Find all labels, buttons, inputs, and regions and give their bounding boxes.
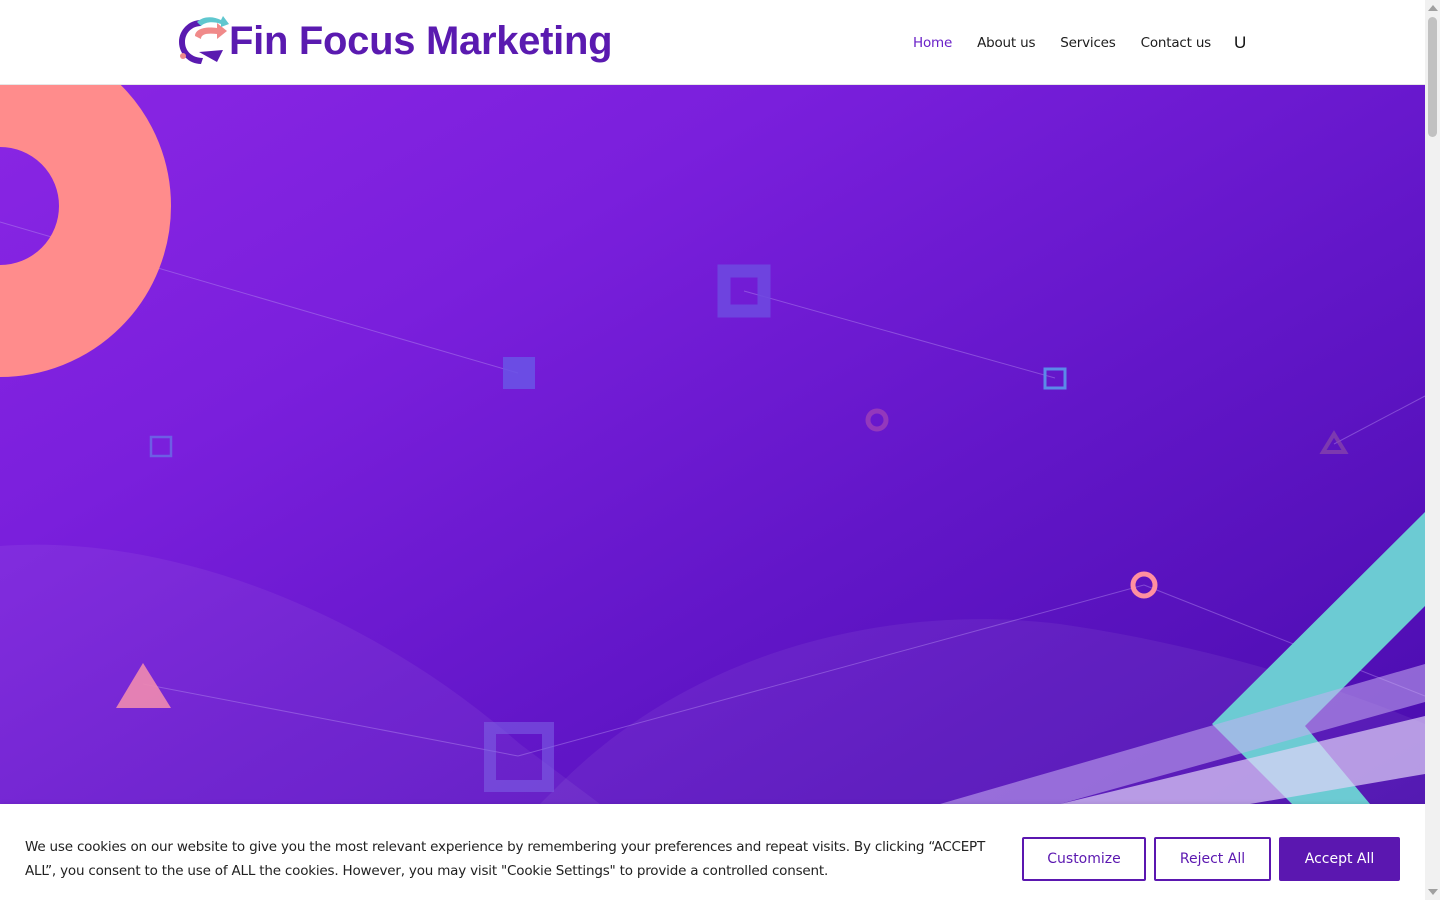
coral-ring-shape xyxy=(0,84,171,377)
nav-item-about-us[interactable]: About us xyxy=(977,35,1035,51)
brand-name: Fin Focus Marketing xyxy=(229,19,613,63)
scroll-thumb[interactable] xyxy=(1428,17,1437,137)
faded-ring-shape xyxy=(865,408,889,432)
main-nav: Home About us Services Contact us U xyxy=(913,33,1246,53)
nav-item-services[interactable]: Services xyxy=(1060,35,1116,51)
scroll-up-icon[interactable] xyxy=(1428,5,1438,11)
hero-decoration xyxy=(0,84,1425,804)
nav-item-contact-us[interactable]: Contact us xyxy=(1141,35,1212,51)
site-header: Fin Focus Marketing Home About us Servic… xyxy=(0,0,1425,85)
logo-arrows-icon xyxy=(179,16,229,64)
small-square-outline-shape xyxy=(149,435,173,458)
customize-button[interactable]: Customize xyxy=(1022,837,1146,881)
reject-all-button[interactable]: Reject All xyxy=(1154,837,1271,881)
accept-all-button[interactable]: Accept All xyxy=(1279,837,1400,881)
hero-section xyxy=(0,84,1425,804)
square-filled-shape xyxy=(503,357,535,389)
small-square-outline-shape xyxy=(1043,367,1067,390)
nav-item-home[interactable]: Home xyxy=(913,35,952,51)
logo[interactable]: Fin Focus Marketing xyxy=(173,12,613,70)
user-icon[interactable]: U xyxy=(1234,33,1246,53)
page-scrollbar[interactable] xyxy=(1425,0,1440,900)
cookie-message: We use cookies on our website to give yo… xyxy=(25,839,986,879)
scroll-down-icon[interactable] xyxy=(1428,889,1438,895)
cookie-banner: We use cookies on our website to give yo… xyxy=(0,804,1425,900)
faded-triangle-shape xyxy=(1319,430,1349,454)
wave-left xyxy=(0,544,600,804)
